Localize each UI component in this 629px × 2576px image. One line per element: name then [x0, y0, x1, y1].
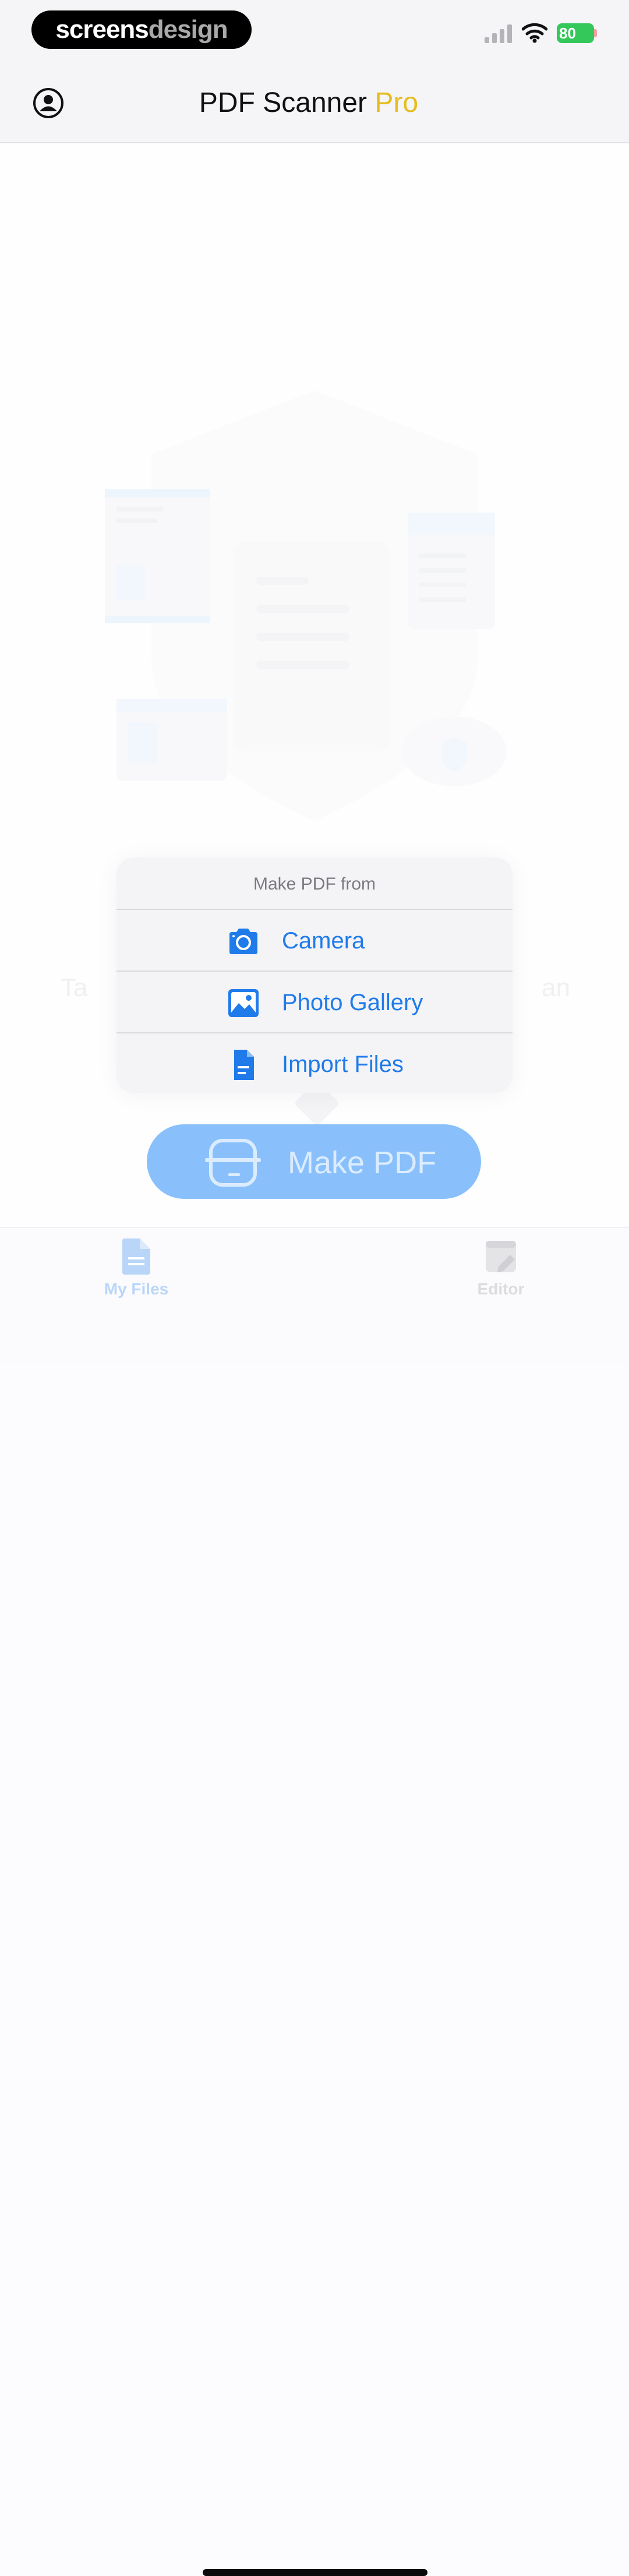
- tab-label: My Files: [104, 1280, 169, 1298]
- wifi-icon: [522, 23, 547, 43]
- nav-bar: PDF Scanner Pro: [0, 64, 629, 143]
- cellular-signal-icon: [485, 24, 512, 43]
- photo-icon: [228, 989, 259, 1017]
- brand-part-1: screens: [55, 15, 149, 44]
- battery-indicator: 80: [557, 23, 594, 43]
- tab-label: Editor: [477, 1280, 525, 1298]
- tab-my-files[interactable]: My Files: [78, 1237, 195, 1299]
- page-title: PDF Scanner Pro: [0, 86, 617, 120]
- title-pro-badge: Pro: [374, 87, 419, 118]
- menu-header: Make PDF from: [116, 858, 513, 910]
- camera-icon: [229, 929, 257, 954]
- tab-editor[interactable]: Editor: [443, 1237, 559, 1299]
- scanner-icon: [205, 1139, 261, 1187]
- brand-part-2: design: [148, 15, 228, 44]
- make-pdf-label: Make PDF: [288, 1145, 437, 1180]
- editor-icon: [486, 1241, 516, 1272]
- menu-item-import-files[interactable]: Import Files: [116, 1033, 513, 1094]
- tab-bar: My Files Editor: [0, 1227, 629, 2576]
- brand-watermark: screensdesign: [31, 10, 252, 49]
- home-indicator: [203, 2569, 427, 2576]
- make-pdf-menu: Make PDF from Camera Photo Gallery Impor…: [116, 858, 513, 1093]
- menu-item-label: Camera: [282, 928, 365, 954]
- battery-cap: [594, 29, 597, 37]
- menu-item-label: Import Files: [282, 1051, 404, 1077]
- status-bar: screensdesign 80: [0, 0, 629, 64]
- title-main: PDF Scanner: [199, 87, 367, 118]
- make-pdf-button[interactable]: Make PDF: [147, 1124, 481, 1199]
- menu-item-photo-gallery[interactable]: Photo Gallery: [116, 972, 513, 1033]
- document-icon: [234, 1050, 254, 1080]
- file-icon: [122, 1238, 150, 1275]
- menu-item-camera[interactable]: Camera: [116, 910, 513, 972]
- menu-item-label: Photo Gallery: [282, 990, 423, 1015]
